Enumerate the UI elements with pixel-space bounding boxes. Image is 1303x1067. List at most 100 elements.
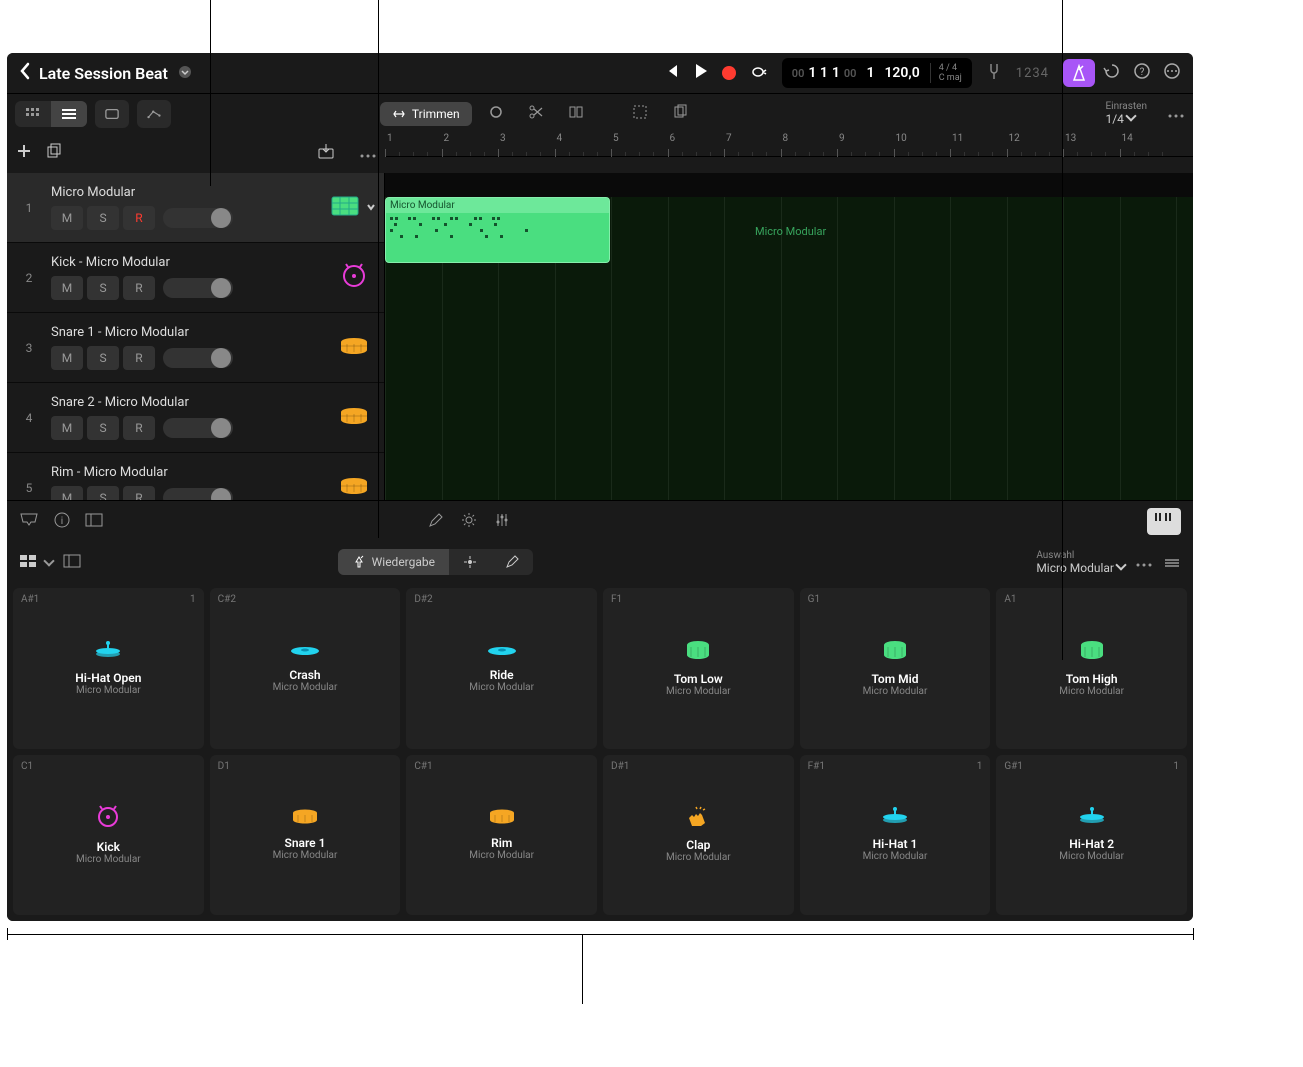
view-single-button[interactable] [95, 100, 129, 128]
pad-menu-icon[interactable] [1163, 553, 1181, 572]
region-label: Micro Modular [386, 198, 609, 213]
mute-button[interactable]: M [51, 206, 83, 230]
record-enable-button[interactable]: R [123, 206, 155, 230]
automation-button[interactable] [137, 100, 171, 128]
pad-name: Kick [97, 840, 120, 854]
track-row[interactable]: 3 Snare 1 - Micro Modular M S R [7, 313, 384, 383]
drum-pad[interactable]: G1 Tom Mid Micro Modular [800, 588, 991, 749]
expand-chevron-icon[interactable] [365, 198, 377, 217]
drum-pad[interactable]: D#1 Clap Micro Modular [603, 755, 794, 916]
record-enable-button[interactable]: R [123, 416, 155, 440]
drum-pad[interactable]: A1 Tom High Micro Modular [996, 588, 1187, 749]
panel-icon[interactable] [85, 512, 103, 531]
lcd-display[interactable]: 00 1 1 1 00 1 120,0 4 / 4 C maj [782, 58, 972, 88]
drum-pad[interactable]: A#1 1 Hi-Hat Open Micro Modular [13, 588, 204, 749]
pad-grid-view-icon[interactable] [19, 553, 53, 572]
view-tracks-button[interactable] [51, 101, 87, 127]
drum-pad[interactable]: D#2 Ride Micro Modular [406, 588, 597, 749]
keyboard-button[interactable] [1147, 508, 1181, 535]
track-more-icon[interactable] [359, 144, 377, 163]
brightness-icon[interactable] [460, 511, 478, 533]
lcd-tempo-beat: 1 [866, 65, 874, 81]
pad-more-icon[interactable] [1135, 553, 1153, 572]
volume-fader[interactable] [163, 348, 233, 368]
drum-pad[interactable]: F1 Tom Low Micro Modular [603, 588, 794, 749]
scissors-icon[interactable] [520, 100, 552, 128]
pad-header: Wiedergabe Auswahl Micro Modular [7, 542, 1193, 582]
mute-button[interactable]: M [51, 416, 83, 440]
track-row[interactable]: 4 Snare 2 - Micro Modular M S R [7, 383, 384, 453]
pad-note-label: D1 [218, 761, 230, 772]
play-button[interactable] [694, 63, 708, 83]
track-instrument-icon [339, 406, 369, 430]
mute-button[interactable]: M [51, 346, 83, 370]
drum-pad[interactable]: G#1 1 Hi-Hat 2 Micro Modular [996, 755, 1187, 916]
add-track-button[interactable] [15, 142, 33, 164]
title-dropdown-icon[interactable] [178, 64, 192, 83]
back-button[interactable] [19, 62, 31, 84]
target-mode-button[interactable] [449, 549, 491, 575]
split-icon[interactable] [560, 100, 592, 128]
pad-subtitle: Micro Modular [666, 852, 731, 863]
marquee-icon[interactable] [624, 100, 656, 128]
inbox-icon[interactable] [19, 512, 39, 532]
toolbar-more-icon[interactable] [1167, 104, 1185, 123]
drum-pad[interactable]: D1 Snare 1 Micro Modular [210, 755, 401, 916]
trim-button[interactable]: Trimmen [380, 102, 472, 126]
drum-pad[interactable]: F#1 1 Hi-Hat 1 Micro Modular [800, 755, 991, 916]
track-row[interactable]: 5 Rim - Micro Modular M S R [7, 453, 384, 500]
metronome-button[interactable] [1063, 59, 1095, 87]
info-icon[interactable]: i [53, 511, 71, 533]
duplicate-track-button[interactable] [45, 142, 63, 164]
track-row[interactable]: 2 Kick - Micro Modular M S R [7, 243, 384, 313]
selection-display[interactable]: Auswahl Micro Modular [1036, 550, 1125, 575]
drum-pad[interactable]: C#1 Rim Micro Modular [406, 755, 597, 916]
mute-button[interactable]: M [51, 276, 83, 300]
edit-mode-button[interactable] [491, 549, 533, 575]
more-button[interactable] [1163, 62, 1181, 84]
pad-panel-icon[interactable] [63, 553, 81, 572]
loop-tool-icon[interactable] [480, 100, 512, 128]
annotation-line [7, 928, 8, 940]
drum-pad[interactable]: C#2 Crash Micro Modular [210, 588, 401, 749]
copy-icon[interactable] [664, 100, 696, 128]
volume-fader[interactable] [163, 488, 233, 500]
help-button[interactable]: ? [1133, 62, 1151, 84]
solo-button[interactable]: S [87, 416, 119, 440]
record-button[interactable] [722, 66, 736, 80]
cycle-button[interactable] [750, 64, 768, 83]
solo-button[interactable]: S [87, 276, 119, 300]
timeline-ruler[interactable]: 1234567891011121314 [385, 133, 1193, 157]
tuning-fork-icon[interactable] [986, 62, 1002, 84]
volume-fader[interactable] [163, 208, 233, 228]
go-to-start-button[interactable] [664, 63, 680, 83]
lcd-beat: 1 [832, 65, 840, 81]
track-row[interactable]: 1 Micro Modular M S R [7, 173, 384, 243]
record-enable-button[interactable]: R [123, 276, 155, 300]
project-title[interactable]: Late Session Beat [39, 64, 168, 83]
view-grid-button[interactable] [15, 101, 51, 127]
volume-fader[interactable] [163, 278, 233, 298]
track-number: 1 [7, 173, 51, 242]
volume-fader[interactable] [163, 418, 233, 438]
track-instrument-icon [339, 336, 369, 360]
mixer-icon[interactable] [494, 512, 510, 532]
snap-control[interactable]: Einrasten 1/4 [1105, 101, 1147, 126]
pad-instrument-icon [881, 807, 909, 831]
solo-button[interactable]: S [87, 486, 119, 500]
mute-button[interactable]: M [51, 486, 83, 500]
undo-button[interactable] [1103, 62, 1121, 84]
pencil-icon[interactable] [428, 512, 444, 532]
import-button[interactable] [317, 143, 335, 163]
pad-instrument-icon [488, 808, 516, 830]
solo-button[interactable]: S [87, 346, 119, 370]
drum-pad[interactable]: C1 Kick Micro Modular [13, 755, 204, 916]
playback-mode-button[interactable]: Wiedergabe [338, 549, 449, 575]
record-enable-button[interactable]: R [123, 486, 155, 500]
snap-value: 1/4 [1105, 112, 1123, 126]
lcd-bars: 1 1 [808, 65, 827, 81]
record-enable-button[interactable]: R [123, 346, 155, 370]
solo-button[interactable]: S [87, 206, 119, 230]
arrange-body[interactable]: Micro Modular Micro Modular [385, 197, 1193, 500]
midi-region[interactable]: Micro Modular [385, 197, 610, 263]
